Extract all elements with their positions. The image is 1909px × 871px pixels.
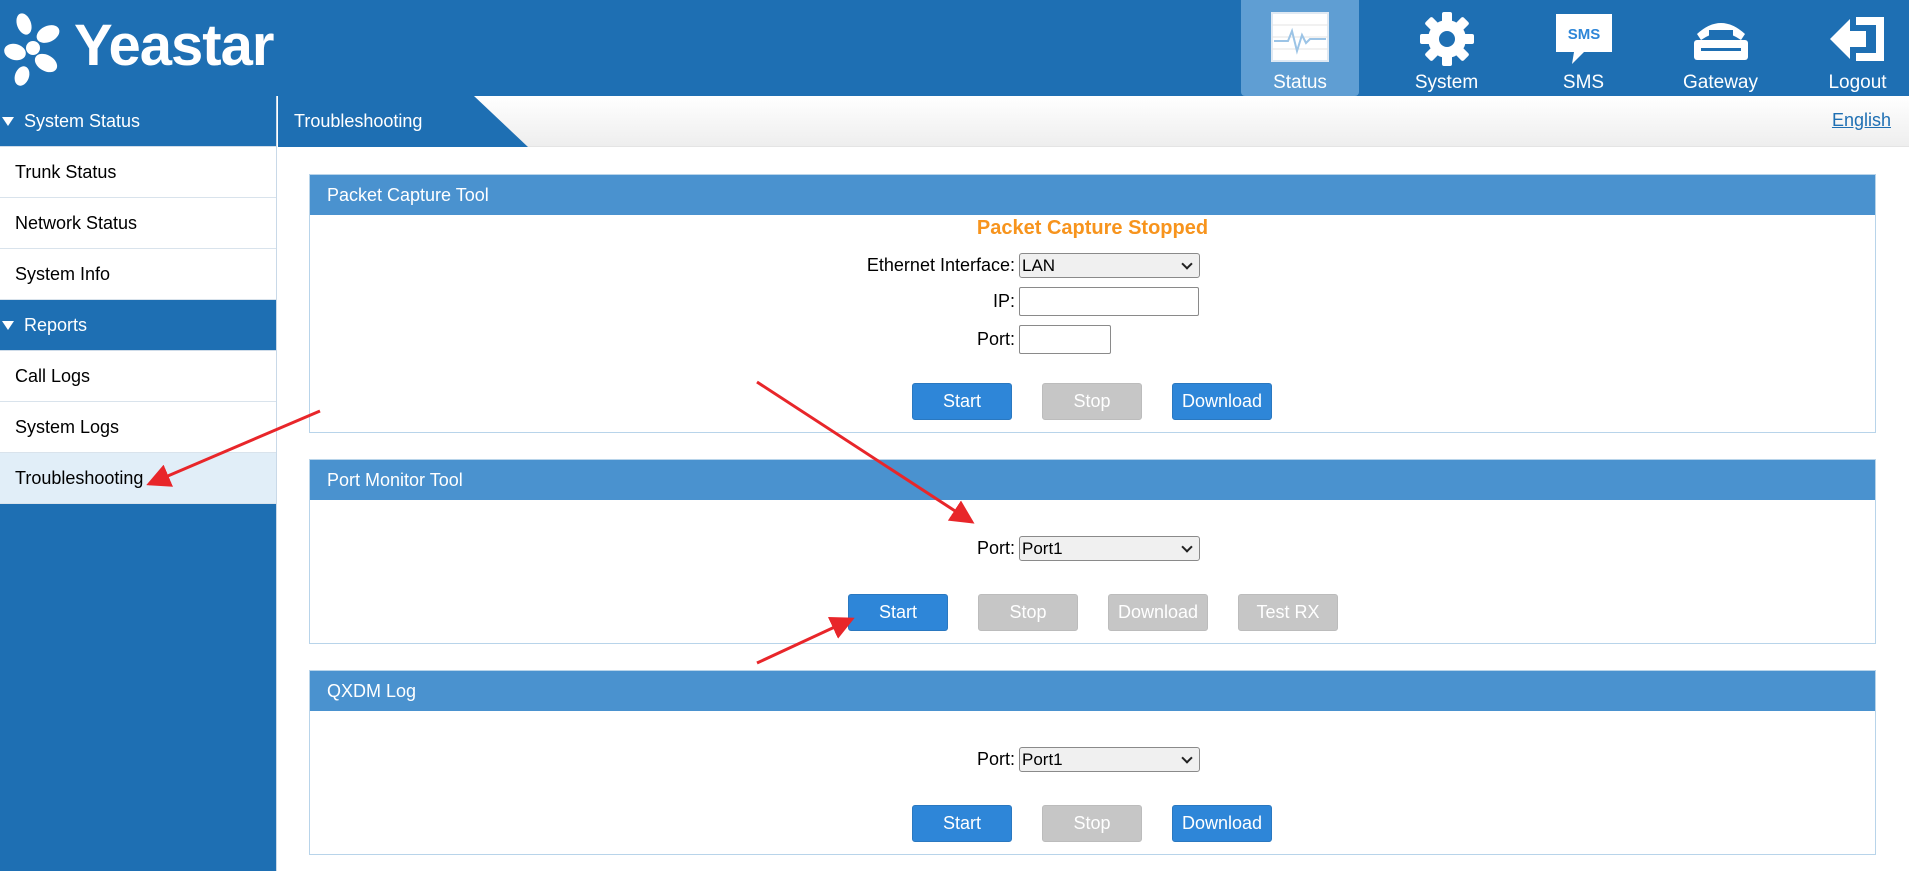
panel-title: QXDM Log — [310, 671, 1875, 711]
nav-logout-label: Logout — [1828, 72, 1887, 93]
language-link[interactable]: English — [1832, 110, 1891, 131]
logout-arrow-icon — [1826, 8, 1890, 70]
sidebar-group-system-status[interactable]: System Status — [0, 96, 276, 147]
monitor-port-select[interactable]: Port1 — [1019, 536, 1200, 561]
nav-logout[interactable]: Logout — [1789, 0, 1909, 96]
interface-select-value: LAN — [1022, 255, 1056, 275]
port-monitor-panel: Port Monitor Tool Port: Port1 Start Stop… — [309, 459, 1876, 644]
capture-stop-button[interactable]: Stop — [1042, 383, 1142, 420]
status-monitor-icon — [1268, 8, 1332, 70]
sidebar: System Status Trunk Status Network Statu… — [0, 96, 277, 871]
port-row: Port: — [310, 325, 1111, 354]
qxdm-port-row: Port: Port1 — [310, 747, 1200, 772]
nav-status[interactable]: Status — [1241, 0, 1359, 96]
page-title: Troubleshooting — [278, 96, 528, 147]
nav-system[interactable]: System — [1378, 0, 1515, 96]
monitor-download-button[interactable]: Download — [1108, 594, 1208, 631]
sidebar-item-system-info[interactable]: System Info — [0, 249, 276, 300]
sidebar-group-label: System Status — [24, 110, 141, 131]
breadcrumb: Troubleshooting English — [278, 96, 1909, 147]
monitor-stop-button[interactable]: Stop — [978, 594, 1078, 631]
packet-capture-panel: Packet Capture Tool Packet Capture Stopp… — [309, 174, 1876, 433]
interface-select[interactable]: LAN — [1019, 253, 1200, 278]
sidebar-item-network-status[interactable]: Network Status — [0, 198, 276, 249]
monitor-start-button[interactable]: Start — [848, 594, 948, 631]
sidebar-item-system-logs[interactable]: System Logs — [0, 402, 276, 453]
qxdm-port-label: Port: — [976, 749, 1015, 769]
main-nav: Status System SMS SMS Gateway Logout — [1241, 0, 1909, 96]
nav-gateway-label: Gateway — [1683, 72, 1758, 93]
gateway-phone-icon — [1689, 8, 1753, 70]
port-input[interactable] — [1019, 325, 1111, 354]
nav-status-label: Status — [1273, 72, 1327, 93]
sms-icon-text: SMS — [1567, 26, 1600, 43]
monitor-port-label: Port: — [976, 538, 1015, 558]
capture-start-button[interactable]: Start — [912, 383, 1012, 420]
ip-input[interactable] — [1019, 287, 1199, 316]
chevron-down-icon — [1181, 752, 1193, 764]
nav-system-label: System — [1414, 72, 1479, 93]
sidebar-item-call-logs[interactable]: Call Logs — [0, 351, 276, 402]
gear-icon — [1415, 8, 1479, 70]
port-label: Port: — [976, 329, 1015, 349]
sidebar-group-label: Reports — [24, 314, 88, 335]
qxdm-log-panel: QXDM Log Port: Port1 Start Stop Download — [309, 670, 1876, 855]
nav-sms-label: SMS — [1562, 72, 1605, 93]
chevron-down-icon — [1181, 258, 1193, 270]
monitor-test-rx-button[interactable]: Test RX — [1238, 594, 1338, 631]
ip-row: IP: — [310, 287, 1199, 316]
sms-icon: SMS — [1552, 8, 1616, 70]
chevron-down-icon — [1181, 541, 1193, 553]
caret-down-icon — [2, 320, 14, 330]
interface-label: Ethernet Interface: — [866, 255, 1015, 275]
sidebar-item-trunk-status[interactable]: Trunk Status — [0, 147, 276, 198]
brand-name: Yeastar — [74, 12, 274, 78]
panel-title: Port Monitor Tool — [310, 460, 1875, 500]
nav-gateway[interactable]: Gateway — [1652, 0, 1789, 96]
top-header: Yeastar Status System SMS SMS Gateway Lo… — [0, 0, 1909, 96]
monitor-port-select-value: Port1 — [1022, 538, 1063, 558]
sidebar-item-troubleshooting[interactable]: Troubleshooting — [0, 453, 276, 504]
monitor-port-row: Port: Port1 — [310, 536, 1200, 561]
capture-download-button[interactable]: Download — [1172, 383, 1272, 420]
yeastar-logo[interactable]: Yeastar — [2, 8, 274, 88]
qxdm-port-select-value: Port1 — [1022, 749, 1063, 769]
capture-status-text: Packet Capture Stopped — [976, 217, 1209, 239]
qxdm-download-button[interactable]: Download — [1172, 805, 1272, 842]
sidebar-group-reports[interactable]: Reports — [0, 300, 276, 351]
interface-row: Ethernet Interface: LAN — [310, 253, 1200, 278]
qxdm-port-select[interactable]: Port1 — [1019, 747, 1200, 772]
yeastar-flower-icon — [4, 13, 60, 86]
caret-down-icon — [2, 116, 14, 126]
qxdm-start-button[interactable]: Start — [912, 805, 1012, 842]
nav-sms[interactable]: SMS SMS — [1515, 0, 1652, 96]
panel-title: Packet Capture Tool — [310, 175, 1875, 215]
ip-label: IP: — [992, 291, 1015, 311]
qxdm-stop-button[interactable]: Stop — [1042, 805, 1142, 842]
